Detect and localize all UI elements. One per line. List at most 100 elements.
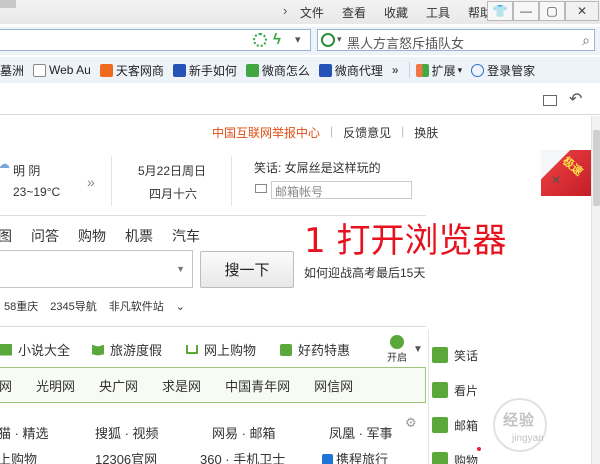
quick-link[interactable]: 58重庆 xyxy=(4,298,38,314)
grid-link-label: 携程旅行 xyxy=(336,452,389,464)
fav-item[interactable]: 新手如何 xyxy=(172,62,237,79)
report-center-link[interactable]: 中国互联网举报中心 xyxy=(212,124,320,141)
site-link[interactable]: 中国青年网 xyxy=(225,376,290,395)
extend-button[interactable]: 扩展 ▾ xyxy=(415,62,462,79)
search-icon[interactable]: ⌕ xyxy=(582,32,590,49)
category-novels[interactable]: 小说大全 xyxy=(0,340,70,359)
search-button[interactable]: 搜一下 xyxy=(200,251,294,288)
grid-link[interactable]: 猫 · 精选 xyxy=(0,423,49,442)
promo-banner[interactable]: ✕ 极速 xyxy=(541,150,591,196)
enable-toggle[interactable]: 开启 xyxy=(384,334,410,366)
main-search-input[interactable]: ▼ xyxy=(0,250,193,288)
tab-shopping[interactable]: 购物 xyxy=(78,226,106,246)
mail-account-input[interactable]: 邮箱帐号 xyxy=(271,181,412,199)
category-label: 好药特惠 xyxy=(298,343,351,358)
address-toolbar: ϟ ▾ ▾ 黑人方言怒斥插队女 ⌕ xyxy=(0,27,600,55)
side-item-jokes[interactable]: 笑话 xyxy=(432,340,484,370)
weather-condition[interactable]: 明 阴 xyxy=(13,162,40,179)
menu-tools[interactable]: 工具 xyxy=(426,4,450,21)
smile-icon xyxy=(432,347,448,363)
fav-item[interactable]: 微商代理 xyxy=(318,62,383,79)
category-label: 旅游度假 xyxy=(110,343,163,358)
minimize-icon[interactable]: — xyxy=(513,1,539,21)
shirt-icon[interactable]: 👕 xyxy=(487,1,513,21)
promo-text: 极速 xyxy=(560,155,585,179)
top-links: 中国互联网举报中心 | 反馈意见 | 换肤 xyxy=(212,124,438,141)
category-medicine[interactable]: 好药特惠 xyxy=(280,340,350,359)
mail-icon xyxy=(432,417,448,433)
scrollbar-thumb[interactable] xyxy=(593,130,600,206)
category-shopping[interactable]: 网上购物 xyxy=(186,340,256,359)
menu-view[interactable]: 查看 xyxy=(342,4,366,21)
fav-label: 墓洲 xyxy=(0,63,25,78)
login-button[interactable]: 登录管家 xyxy=(471,62,535,79)
chevron-down-icon[interactable]: ▾ xyxy=(337,34,342,45)
divider xyxy=(111,156,112,206)
date-lunar: 四月十六 xyxy=(149,187,198,201)
chevron-down-icon[interactable]: ▼ xyxy=(176,264,185,274)
site-link[interactable]: 央广网 xyxy=(99,376,138,395)
quick-links-expand[interactable]: ⌄ xyxy=(176,300,185,313)
tab-qa[interactable]: 问答 xyxy=(31,226,59,246)
lightning-icon[interactable]: ϟ xyxy=(273,31,281,48)
chevron-down-icon[interactable]: ▼ xyxy=(413,344,423,355)
search-engine-icon[interactable] xyxy=(321,33,335,47)
step-annotation: 1 打开浏览器 xyxy=(304,221,507,261)
feedback-link[interactable]: 反馈意见 xyxy=(343,124,391,141)
paw-icon xyxy=(172,63,186,77)
grid-link[interactable]: 360 · 手机卫士 xyxy=(200,449,285,464)
extend-label: 扩展 xyxy=(431,63,456,78)
site-link[interactable]: 网 xyxy=(0,376,12,395)
divider xyxy=(408,62,410,78)
site-link[interactable]: 光明网 xyxy=(36,376,75,395)
quick-link[interactable]: 非凡软件站 xyxy=(109,298,164,314)
category-travel[interactable]: 旅游度假 xyxy=(92,340,162,359)
skin-link[interactable]: 换肤 xyxy=(414,124,438,141)
more-chevron-icon[interactable]: » xyxy=(392,63,399,77)
title-bar: › 文件 查看 收藏 工具 帮助 👕 — ▢ ✕ xyxy=(0,0,600,24)
search-input-text: 黑人方言怒斥插队女 xyxy=(347,36,465,51)
menu-file[interactable]: 文件 xyxy=(300,4,324,21)
book-icon xyxy=(0,343,12,356)
grid-link[interactable]: 搜狐 · 视频 xyxy=(95,423,159,442)
refresh-icon[interactable] xyxy=(253,33,267,47)
watermark: 经验 jingyan xyxy=(470,390,594,462)
quick-link[interactable]: 2345导航 xyxy=(50,298,96,314)
paw-icon xyxy=(318,63,332,77)
chevron-down-icon[interactable]: ▾ xyxy=(295,33,301,46)
tab-flights[interactable]: 机票 xyxy=(125,226,153,246)
close-icon[interactable]: ✕ xyxy=(551,173,561,187)
search-category-tabs: 图 问答 购物 机票 汽车 xyxy=(0,226,219,246)
maximize-icon[interactable]: ▢ xyxy=(539,1,565,21)
fav-item[interactable]: 微商怎么 xyxy=(245,62,310,79)
side-label: 笑话 xyxy=(454,348,479,363)
tab-image[interactable]: 图 xyxy=(0,226,12,246)
grid-link[interactable]: 网易 · 邮箱 xyxy=(212,423,276,442)
fav-item[interactable]: 天客网商 xyxy=(99,62,164,79)
double-chevron-icon[interactable]: » xyxy=(87,174,95,190)
fav-item[interactable]: Web Au xyxy=(33,63,91,77)
fav-item[interactable]: 墓洲 xyxy=(0,62,24,79)
screenshot-icon[interactable] xyxy=(543,95,557,106)
login-label: 登录管家 xyxy=(487,63,536,78)
grid-link[interactable]: 12306官网 xyxy=(95,449,157,464)
grid-link[interactable]: 凤凰 · 军事 xyxy=(329,423,393,442)
fav-label: 微商代理 xyxy=(334,63,383,78)
bag-icon xyxy=(432,452,448,464)
site-link[interactable]: 求是网 xyxy=(162,376,201,395)
fav-label: 天客网商 xyxy=(115,63,164,78)
menu-bar: 文件 查看 收藏 工具 帮助 xyxy=(282,4,492,21)
hot-search-link[interactable]: 如何迎战高考最后15天 xyxy=(304,264,425,281)
grid-link-ctrip[interactable]: 携程旅行 xyxy=(322,449,388,464)
close-icon[interactable]: ✕ xyxy=(565,1,599,21)
site-link[interactable]: 网信网 xyxy=(314,376,353,395)
fav-label: Web Au xyxy=(49,63,91,77)
joke-link[interactable]: 笑话: 女屌丝是这样玩的 xyxy=(254,159,381,176)
grid-link[interactable]: 上购物 xyxy=(0,449,37,464)
address-input[interactable]: ϟ ▾ xyxy=(0,29,311,51)
tab-corner[interactable] xyxy=(0,0,16,8)
undo-icon[interactable]: ↶ xyxy=(569,89,582,109)
menu-favorites[interactable]: 收藏 xyxy=(384,4,408,21)
search-input[interactable]: ▾ 黑人方言怒斥插队女 ⌕ xyxy=(317,29,595,51)
tab-cars[interactable]: 汽车 xyxy=(172,226,200,246)
